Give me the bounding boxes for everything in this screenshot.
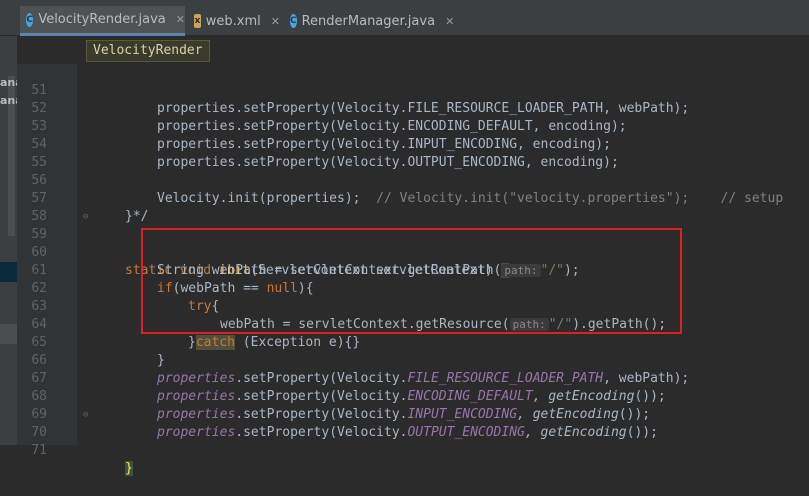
breadcrumb[interactable]: VelocityRender: [86, 40, 210, 62]
code-line: 51 properties.setProperty(Velocity.FILE_…: [0, 64, 809, 116]
code-line: 57 }*/: [0, 172, 809, 224]
code-line: 70 ⊖ }: [0, 406, 809, 476]
class-c-icon: C: [290, 14, 297, 28]
code-line: 58: [0, 190, 809, 224]
code-line: 53 properties.setProperty(Velocity.INPUT…: [0, 100, 809, 152]
code-line: 56 Velocity.init(properties); // Velocit…: [0, 154, 809, 206]
code-line: 66 properties.setProperty(Velocity.FILE_…: [0, 334, 809, 386]
close-icon[interactable]: ✕: [445, 15, 454, 28]
fold-marker-icon[interactable]: ⊖: [83, 213, 92, 222]
code-line: 54 properties.setProperty(Velocity.OUTPU…: [0, 118, 809, 170]
close-icon[interactable]: ✕: [176, 13, 185, 26]
close-icon[interactable]: ✕: [271, 15, 280, 28]
tab-label: VelocityRender.java: [38, 12, 166, 27]
code-line: 71: [0, 424, 809, 458]
tab-label: RenderManager.java: [301, 13, 436, 29]
highlight-box: [141, 228, 682, 334]
fold-marker-icon[interactable]: ⊖: [83, 411, 92, 420]
tab-velocityrender[interactable]: C VelocityRender.java ✕: [20, 6, 185, 36]
tab-rendermanager[interactable]: C RenderManager.java ✕: [284, 6, 454, 36]
code-line: 68 properties.setProperty(Velocity.INPUT…: [0, 370, 809, 422]
editor-tab-bar: C VelocityRender.java ✕ x web.xml ✕ C Re…: [0, 6, 809, 36]
code-line: 59 ⊖ static void init(ServletContext ser…: [0, 208, 809, 278]
code-line: 52 properties.setProperty(Velocity.ENCOD…: [0, 82, 809, 134]
tab-web-xml[interactable]: x web.xml ✕: [188, 6, 280, 36]
tab-label: web.xml: [205, 13, 261, 29]
code-line: 55: [0, 136, 809, 170]
code-line: 67 properties.setProperty(Velocity.ENCOD…: [0, 352, 809, 404]
code-line: 69 properties.setProperty(Velocity.OUTPU…: [0, 388, 809, 440]
class-c-icon: C: [26, 12, 34, 27]
xml-file-icon: x: [194, 14, 201, 28]
